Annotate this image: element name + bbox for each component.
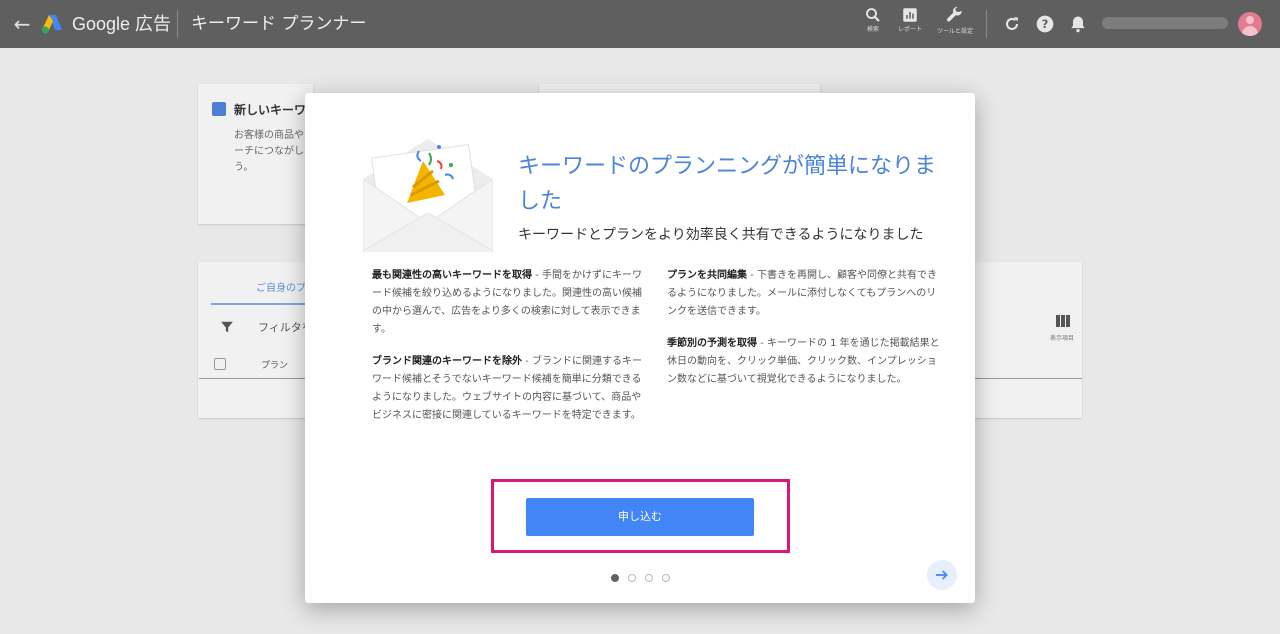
feature-exclude-brand: ブランド関連のキーワードを除外 - ブランドに関連するキーワード候補とそうでない… bbox=[372, 353, 648, 425]
divider bbox=[177, 10, 178, 38]
whats-new-dialog: キーワードのプランニングが簡単になりました キーワードとプランをより効率良く共有… bbox=[305, 93, 975, 603]
apply-button[interactable]: 申し込む bbox=[526, 498, 754, 536]
next-button[interactable] bbox=[927, 560, 957, 590]
tools-settings-tool[interactable]: ツールと設定 bbox=[932, 6, 978, 44]
pager-dots bbox=[611, 574, 670, 582]
pager-dot[interactable] bbox=[645, 574, 653, 582]
columns-icon[interactable] bbox=[1056, 315, 1070, 327]
reports-tool-label: レポート bbox=[897, 26, 922, 33]
avatar-head bbox=[1246, 16, 1254, 24]
top-app-bar: ← Google 広告 キーワード プランナー 検索 レポート ツールと設定 ? bbox=[0, 0, 1280, 48]
help-icon[interactable]: ? bbox=[1035, 14, 1055, 34]
select-all-checkbox[interactable] bbox=[214, 358, 226, 370]
bar-chart-icon bbox=[903, 8, 917, 22]
feature-heading: プランを共同編集 bbox=[667, 270, 747, 281]
avatar-body bbox=[1242, 26, 1258, 36]
arrow-right-icon bbox=[936, 570, 948, 580]
pager-dot[interactable] bbox=[662, 574, 670, 582]
dialog-subtitle: キーワードとプランをより効率良く共有できるようになりました bbox=[518, 227, 924, 243]
reports-tool[interactable]: レポート bbox=[887, 6, 933, 44]
pager-dot[interactable] bbox=[628, 574, 636, 582]
feature-co-edit-plans: プランを共同編集 - 下書きを再開し、顧客や同僚と共有できるようになりました。メ… bbox=[667, 267, 943, 321]
dialog-title: キーワードのプランニングが簡単になりました bbox=[518, 154, 937, 214]
feature-heading: 季節別の予測を取得 bbox=[667, 338, 757, 349]
tab-my-plans[interactable]: ご自身のプ bbox=[256, 279, 306, 294]
pager-dot[interactable] bbox=[611, 574, 619, 582]
search-icon bbox=[212, 102, 226, 116]
columns-label[interactable]: 表示項目 bbox=[1050, 333, 1074, 342]
brand-name: Google 広告 bbox=[72, 14, 172, 34]
google-ads-logo-icon bbox=[42, 15, 62, 34]
back-arrow-icon[interactable]: ← bbox=[10, 12, 34, 36]
svg-text:?: ? bbox=[1042, 17, 1049, 31]
feature-heading: ブランド関連のキーワードを除外 bbox=[372, 356, 522, 367]
feature-seasonal-forecast: 季節別の予測を取得 - キーワードの 1 年を通じた掲載結果と休日の動向を、クリ… bbox=[667, 335, 943, 389]
account-email-redacted[interactable] bbox=[1102, 17, 1228, 29]
tools-settings-label: ツールと設定 bbox=[936, 28, 973, 35]
divider bbox=[986, 10, 987, 38]
search-icon bbox=[866, 8, 880, 22]
envelope-party-illustration-icon bbox=[363, 139, 493, 252]
feature-relevant-keywords: 最も関連性の高いキーワードを取得 - 手間をかけずにキーワード候補を絞り込めるよ… bbox=[372, 267, 648, 339]
avatar[interactable] bbox=[1238, 12, 1262, 36]
card-description: お客様の商品やリーチにつながしょう。 bbox=[234, 130, 314, 173]
wrench-icon bbox=[946, 6, 962, 22]
refresh-icon[interactable] bbox=[1002, 14, 1022, 34]
column-header-plan: プラン bbox=[261, 361, 289, 371]
filter-icon[interactable] bbox=[220, 320, 234, 334]
bell-icon[interactable] bbox=[1068, 14, 1088, 34]
tab-indicator bbox=[211, 303, 306, 305]
product-title: キーワード プランナー bbox=[191, 14, 367, 34]
feature-heading: 最も関連性の高いキーワードを取得 bbox=[372, 270, 532, 281]
